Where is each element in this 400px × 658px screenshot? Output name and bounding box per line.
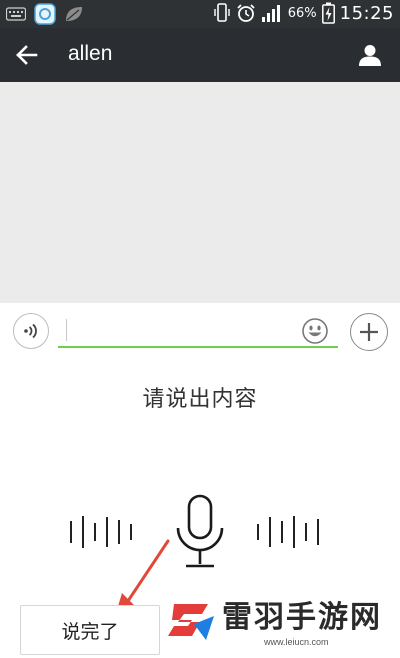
status-bar: 66% 15:25 [0, 0, 400, 28]
voice-prompt: 请说出内容 [142, 387, 258, 412]
battery-charging-icon [321, 2, 335, 24]
leaf-icon [66, 7, 82, 21]
site-watermark: 雷羽手游网 www.leiucn.com [160, 590, 400, 658]
more-options-button[interactable] [350, 313, 388, 351]
app-icon [34, 3, 56, 25]
watermark-site-name: 雷羽手游网 [222, 600, 382, 635]
chat-title: allen [68, 42, 113, 65]
message-list[interactable] [0, 82, 400, 303]
finish-speaking-button[interactable]: 说完了 [20, 605, 160, 655]
voice-wave-icon [24, 323, 37, 339]
system-indicators: 66% 15:25 [213, 2, 394, 24]
site-logo-icon [168, 604, 214, 640]
back-button[interactable] [8, 37, 46, 73]
message-input[interactable] [58, 315, 338, 348]
battery-percent: 66% [287, 5, 317, 21]
signal-icon [261, 5, 280, 22]
person-icon [359, 45, 381, 66]
plus-icon [360, 323, 378, 341]
watermark-url: www.leiucn.com [264, 637, 329, 647]
contact-profile-button[interactable] [352, 37, 388, 73]
emoji-button[interactable] [300, 316, 330, 346]
input-bar [0, 303, 400, 359]
notification-icons [6, 3, 84, 25]
alarm-icon [237, 4, 255, 22]
keyboard-icon [6, 7, 26, 21]
smiley-icon [302, 318, 328, 344]
sound-wave-right [257, 514, 319, 550]
text-cursor [66, 319, 67, 341]
microphone-icon[interactable] [174, 494, 226, 570]
chat-header: allen [0, 28, 400, 82]
clock: 15:25 [339, 2, 394, 24]
phone-vibrate-icon [214, 3, 230, 22]
arrow-left-icon [16, 45, 38, 65]
voice-mode-button[interactable] [13, 313, 49, 349]
